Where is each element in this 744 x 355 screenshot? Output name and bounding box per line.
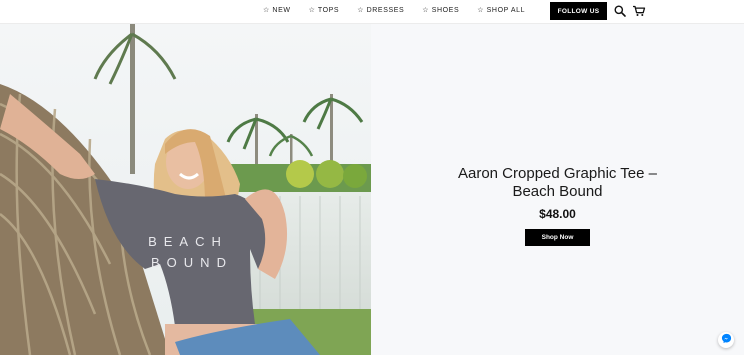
nav-item-dresses[interactable]: ☆ DRESSES <box>357 6 404 14</box>
search-icon[interactable] <box>613 4 627 18</box>
shirt-print-line-2: BOUND <box>151 255 233 270</box>
nav-item-tops[interactable]: ☆ TOPS <box>309 6 340 14</box>
nav-item-new[interactable]: ☆ NEW <box>263 6 291 14</box>
messenger-icon <box>721 331 732 349</box>
nav-item-shop-all[interactable]: ☆ SHOP ALL <box>477 6 525 14</box>
nav-item-shoes[interactable]: ☆ SHOES <box>422 6 459 14</box>
shop-now-button[interactable]: Shop Now <box>525 229 590 246</box>
main-menu: ☆ NEW ☆ TOPS ☆ DRESSES ☆ SHOES ☆ SHOP AL… <box>263 6 543 14</box>
hero-banner: BEACH BOUND Aaron Cropped Graphic Tee – … <box>0 24 744 355</box>
hero-model-photo[interactable]: BEACH BOUND <box>0 24 371 355</box>
product-title-line-2: Beach Bound <box>512 183 603 200</box>
shirt-print-line-1: BEACH <box>148 234 228 249</box>
messenger-chat-button[interactable] <box>718 332 734 348</box>
top-navigation-bar: ☆ NEW ☆ TOPS ☆ DRESSES ☆ SHOES ☆ SHOP AL… <box>0 0 744 24</box>
product-title[interactable]: Aaron Cropped Graphic Tee – Beach Bound <box>371 165 744 201</box>
cart-icon[interactable] <box>632 4 646 18</box>
product-feature-panel: Aaron Cropped Graphic Tee – Beach Bound … <box>371 24 744 355</box>
product-title-line-1: Aaron Cropped Graphic Tee – <box>457 165 657 182</box>
follow-us-button[interactable]: FOLLOW US <box>550 2 607 20</box>
product-price: $48.00 <box>539 207 576 221</box>
